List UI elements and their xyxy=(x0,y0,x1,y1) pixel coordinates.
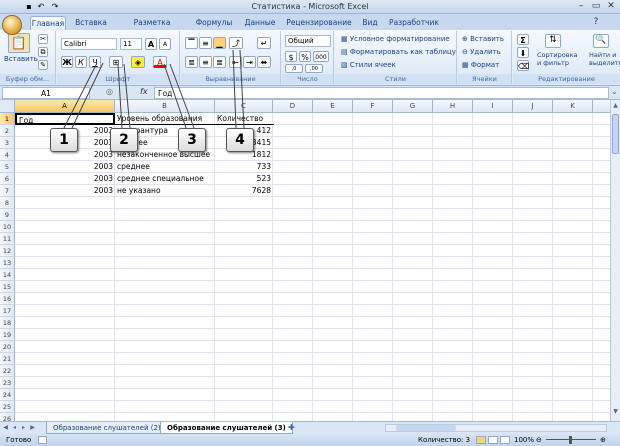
page-break-view-icon[interactable] xyxy=(500,436,510,444)
sheet-tab-2[interactable]: Образование слушателей (2) xyxy=(46,422,168,434)
macro-record-icon[interactable] xyxy=(38,436,47,444)
zoom-in-icon[interactable]: ⊕ xyxy=(600,434,606,446)
page-layout-view-icon[interactable] xyxy=(488,436,498,444)
sheet-tab-3[interactable]: Образование слушателей (3) xyxy=(160,422,293,434)
scroll-up-icon[interactable]: ▲ xyxy=(612,102,619,111)
zoom-level[interactable]: 100% xyxy=(514,434,534,446)
horizontal-scrollbar[interactable] xyxy=(385,424,607,432)
scroll-thumb[interactable] xyxy=(612,114,619,154)
horizontal-scroll-thumb[interactable] xyxy=(396,425,456,431)
first-sheet-icon[interactable]: ◀ xyxy=(2,424,9,432)
callout-2: 2 xyxy=(110,128,138,152)
vertical-scrollbar[interactable]: ▲ ▼ xyxy=(610,100,620,421)
office-button[interactable] xyxy=(2,15,22,35)
callout-pointers xyxy=(63,49,245,129)
zoom-slider-thumb[interactable] xyxy=(569,436,572,444)
next-sheet-icon[interactable]: ▸ xyxy=(20,424,27,432)
normal-view-icon[interactable] xyxy=(476,436,486,444)
status-bar: Готово Количество: 3 100% ⊖ ⊕ xyxy=(0,434,620,446)
zoom-out-icon[interactable]: ⊖ xyxy=(536,434,542,446)
insert-sheet-icon[interactable]: ✚ xyxy=(288,423,295,432)
sheet-tabs-bar: ◀ ◂ ▸ ▶ Образование слушателей (2) Образ… xyxy=(0,421,620,434)
status-count: Количество: 3 xyxy=(418,436,471,444)
prev-sheet-icon[interactable]: ◂ xyxy=(11,424,18,432)
status-ready: Готово xyxy=(6,436,32,444)
callout-4: 4 xyxy=(226,128,254,152)
callout-1: 1 xyxy=(50,128,78,152)
scroll-down-icon[interactable]: ▼ xyxy=(612,408,619,417)
last-sheet-icon[interactable]: ▶ xyxy=(29,424,36,432)
callout-3: 3 xyxy=(178,128,206,152)
tab-splitter[interactable] xyxy=(300,424,380,432)
